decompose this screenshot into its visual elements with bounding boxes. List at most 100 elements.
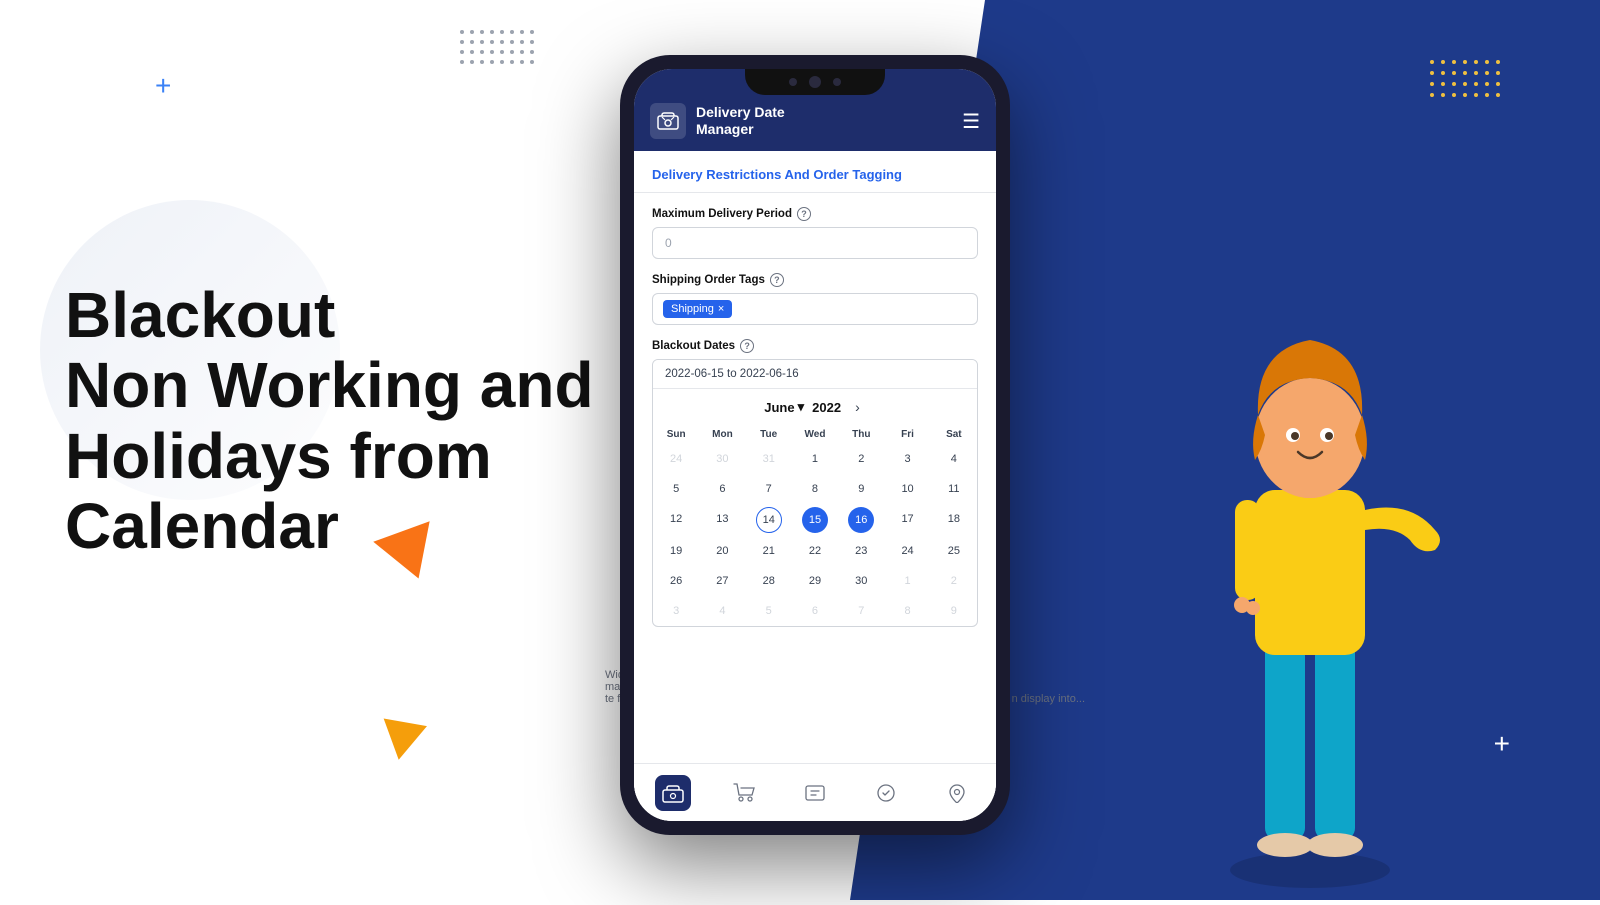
calendar-day[interactable]: 18 [931, 504, 977, 536]
dow-wed: Wed [792, 425, 838, 444]
section-title: Delivery Restrictions And Order Tagging [652, 167, 978, 182]
calendar-day[interactable]: 24 [653, 444, 699, 474]
max-delivery-label: Maximum Delivery Period ? [652, 207, 978, 221]
nav-item-2[interactable] [797, 775, 833, 811]
left-heading: Blackout Non Working and Holidays from C… [65, 280, 594, 562]
calendar-day[interactable]: 4 [931, 444, 977, 474]
calendar-day[interactable]: 4 [699, 596, 745, 626]
tags-input[interactable]: Shipping × [652, 293, 978, 325]
calendar-day[interactable]: 21 [746, 536, 792, 566]
calendar-day[interactable]: 1 [884, 566, 930, 596]
calendar-day[interactable]: 26 [653, 566, 699, 596]
calendar-day[interactable]: 29 [792, 566, 838, 596]
calendar-day[interactable]: 6 [792, 596, 838, 626]
calendar-day[interactable]: 19 [653, 536, 699, 566]
phone-container: Delivery Date Manager ☰ Delivery Restric… [620, 55, 1010, 835]
notch-camera [809, 76, 821, 88]
blackout-dates-field: Blackout Dates ? 2022-06-15 to 2022-06-1… [652, 339, 978, 627]
calendar-day[interactable]: 3 [653, 596, 699, 626]
calendar-day[interactable]: 8 [792, 474, 838, 504]
calendar-day[interactable]: 5 [746, 596, 792, 626]
phone-device: Delivery Date Manager ☰ Delivery Restric… [620, 55, 1010, 835]
month-select[interactable]: June ▾ [764, 399, 804, 415]
calendar-day[interactable]: 28 [746, 566, 792, 596]
calendar-day[interactable]: 10 [884, 474, 930, 504]
max-delivery-help-icon[interactable]: ? [797, 207, 811, 221]
calendar-day[interactable]: 23 [838, 536, 884, 566]
calendar-day[interactable]: 20 [699, 536, 745, 566]
calendar-day[interactable]: 1 [792, 444, 838, 474]
shipping-tag: Shipping × [663, 300, 732, 318]
calendar-day[interactable]: 15 [792, 504, 838, 536]
nav-icon-2 [797, 775, 833, 811]
nav-item-0[interactable] [655, 775, 691, 811]
plus-blue-icon: + [155, 70, 171, 102]
dow-tue: Tue [746, 425, 792, 444]
calendar-day[interactable]: 2 [931, 566, 977, 596]
dots-top-right [1430, 60, 1500, 97]
notch-dot-left [789, 78, 797, 86]
app-content: Delivery Restrictions And Order Tagging … [634, 151, 996, 821]
nav-icon-0 [655, 775, 691, 811]
dots-top-center [460, 30, 534, 64]
max-delivery-input[interactable] [652, 227, 978, 259]
triangle-yellow-icon [377, 718, 427, 763]
calendar-day[interactable]: 31 [746, 444, 792, 474]
calendar-day[interactable]: 3 [884, 444, 930, 474]
calendar-day[interactable]: 16 [838, 504, 884, 536]
nav-item-1[interactable] [726, 775, 762, 811]
shipping-tags-help-icon[interactable]: ? [770, 273, 784, 287]
phone-screen: Delivery Date Manager ☰ Delivery Restric… [634, 69, 996, 821]
month-arrow: ▾ [798, 399, 805, 415]
shipping-tags-label: Shipping Order Tags ? [652, 273, 978, 287]
calendar-day[interactable]: 8 [884, 596, 930, 626]
month-label: June [764, 400, 794, 415]
tag-remove-button[interactable]: × [718, 303, 724, 315]
calendar-day[interactable]: 6 [699, 474, 745, 504]
calendar-day[interactable]: 14 [746, 504, 792, 536]
calendar-day[interactable]: 27 [699, 566, 745, 596]
calendar-day[interactable]: 17 [884, 504, 930, 536]
calendar-day[interactable]: 7 [838, 596, 884, 626]
shipping-tags-field: Shipping Order Tags ? Shipping × [652, 273, 978, 325]
app-logo-icon [650, 103, 686, 139]
dow-fri: Fri [884, 425, 930, 444]
heading-line2: Non Working and [65, 349, 594, 421]
calendar-day[interactable]: 12 [653, 504, 699, 536]
calendar-day[interactable]: 30 [699, 444, 745, 474]
notch-dot-right [833, 78, 841, 86]
heading-line1: Blackout [65, 279, 335, 351]
dow-sat: Sat [931, 425, 977, 444]
calendar-grid: 2430311234567891011121314151617181920212… [653, 444, 977, 626]
bg-card-text-right: n display into... [1012, 693, 1085, 705]
nav-item-3[interactable] [868, 775, 904, 811]
calendar-header: June ▾ 2022 › [653, 389, 977, 425]
blackout-dates-help-icon[interactable]: ? [740, 339, 754, 353]
nav-item-4[interactable] [939, 775, 975, 811]
calendar-day[interactable]: 25 [931, 536, 977, 566]
calendar-day[interactable]: 9 [838, 474, 884, 504]
dow-sun: Sun [653, 425, 699, 444]
date-range-input[interactable]: 2022-06-15 to 2022-06-16 [653, 360, 977, 389]
dow-mon: Mon [699, 425, 745, 444]
calendar-day[interactable]: 13 [699, 504, 745, 536]
dow-thu: Thu [838, 425, 884, 444]
calendar-day[interactable]: 22 [792, 536, 838, 566]
max-delivery-field: Maximum Delivery Period ? [652, 207, 978, 259]
nav-icon-4 [939, 775, 975, 811]
calendar-day[interactable]: 9 [931, 596, 977, 626]
calendar-day[interactable]: 24 [884, 536, 930, 566]
hamburger-button[interactable]: ☰ [962, 109, 980, 134]
calendar-day[interactable]: 30 [838, 566, 884, 596]
calendar-day[interactable]: 5 [653, 474, 699, 504]
calendar-day[interactable]: 11 [931, 474, 977, 504]
section-header: Delivery Restrictions And Order Tagging [634, 151, 996, 193]
plus-white-icon: + [1494, 728, 1510, 760]
calendar-day[interactable]: 7 [746, 474, 792, 504]
app-title: Delivery Date Manager [696, 104, 785, 138]
tag-label: Shipping [671, 303, 714, 315]
calendar-next-button[interactable]: › [849, 397, 866, 417]
calendar-container: 2022-06-15 to 2022-06-16 June ▾ 2022 › [652, 359, 978, 627]
calendar-day[interactable]: 2 [838, 444, 884, 474]
heading-line3: Holidays from [65, 420, 492, 492]
